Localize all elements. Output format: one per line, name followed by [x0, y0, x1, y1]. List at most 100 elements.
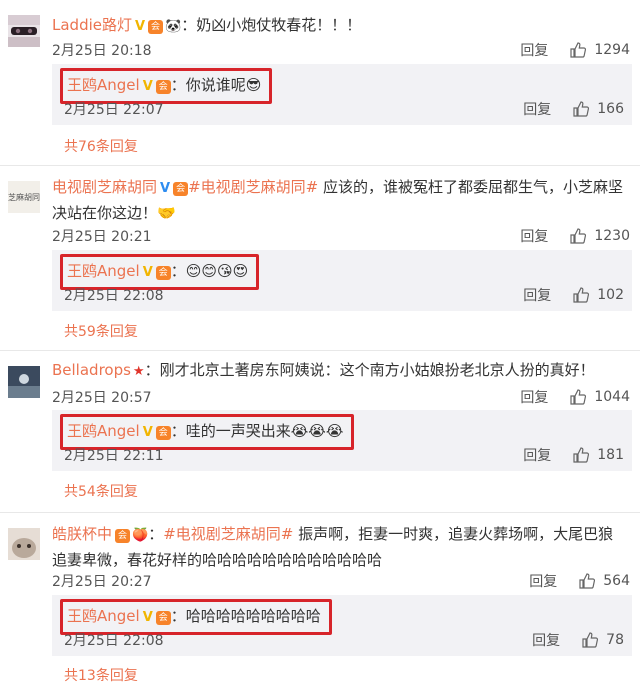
more-replies-link[interactable]: 共13条回复 — [64, 665, 138, 685]
vip-badge-icon: 会 — [115, 529, 131, 543]
avatar[interactable] — [8, 528, 40, 560]
emoji-icon: 😎 — [245, 76, 262, 94]
comment-time: 2月25日 20:27 — [52, 574, 152, 590]
reply-actions: 回复 102 — [523, 285, 624, 305]
like-icon[interactable] — [573, 101, 590, 117]
reply-button[interactable]: 回复 — [523, 445, 551, 465]
comment-actions: 回复 1044 — [520, 387, 630, 407]
verified-icon: V — [142, 265, 153, 280]
vip-badge-icon: 会 — [155, 80, 171, 94]
comment-item: 皓朕杯中会 🍑：#电视剧芝麻胡同# 振声啊，拒妻一时爽，追妻火葬场啊，大尾巴狼追妻… — [0, 513, 640, 685]
hashtag-link[interactable]: #电视剧芝麻胡同# — [188, 178, 318, 196]
comment-actions: 回复 564 — [529, 571, 630, 591]
reply-actions: 回复 78 — [532, 630, 624, 650]
comment-actions: 回复 1294 — [520, 40, 630, 60]
avatar[interactable]: 芝麻胡同 — [8, 181, 40, 213]
reply-username[interactable]: 王鸥Angel — [67, 607, 140, 625]
verified-icon: V — [160, 181, 171, 196]
like-count: 1044 — [594, 389, 630, 405]
comment-text: 皓朕杯中会 🍑：#电视剧芝麻胡同# 振声啊，拒妻一时爽，追妻火葬场啊，大尾巴狼追妻… — [52, 522, 626, 573]
like-count: 1294 — [594, 42, 630, 58]
comment-username[interactable]: Belladrops — [52, 361, 131, 379]
emoji-icon: 😊😊😘😍 — [185, 262, 249, 280]
reply-button[interactable]: 回复 — [523, 285, 551, 305]
like-icon[interactable] — [579, 573, 596, 589]
comment-text: Belladrops ★：刚才北京土著房东阿姨说：这个南方小姑娘扮老北京人扮的真好… — [52, 358, 626, 384]
reply-box: 王鸥Angel V 会：😊😊😘😍 2月25日 22:08 回复 102 — [52, 250, 632, 311]
comment-text: Laddie路灯 V 会 🐼：奶凶小炮仗牧春花！！！ — [52, 13, 626, 39]
like-count: 102 — [597, 287, 624, 303]
comment-time: 2月25日 20:57 — [52, 390, 152, 406]
reply-time: 2月25日 22:07 — [64, 102, 164, 118]
avatar-image — [8, 528, 40, 560]
avatar-image — [8, 15, 40, 47]
reply-body: ：哈哈哈哈哈哈哈哈哈 — [170, 607, 321, 625]
avatar-image: 芝麻胡同 — [8, 181, 40, 213]
reply-button[interactable]: 回复 — [532, 630, 560, 650]
reply-username[interactable]: 王鸥Angel — [67, 262, 140, 280]
reply-box: 王鸥Angel V 会：哈哈哈哈哈哈哈哈哈 2月25日 22:08 回复 78 — [52, 595, 632, 656]
star-icon: ★ — [132, 364, 145, 379]
comment-item: Laddie路灯 V 会 🐼：奶凶小炮仗牧春花！！！ 2月25日 20:18 回复 1… — [0, 0, 640, 164]
like-count: 78 — [606, 632, 624, 648]
like-count: 564 — [603, 573, 630, 589]
comment-username[interactable]: 皓朕杯中 — [52, 525, 112, 543]
like-icon[interactable] — [570, 389, 587, 405]
like-icon[interactable] — [573, 447, 590, 463]
verified-icon: V — [142, 610, 153, 625]
comment-actions: 回复 1230 — [520, 226, 630, 246]
reply-box: 王鸥Angel V 会：你说谁呢😎 2月25日 22:07 回复 166 — [52, 64, 632, 125]
more-replies-link[interactable]: 共76条回复 — [64, 136, 138, 156]
vip-badge-icon: 会 — [148, 20, 164, 34]
svg-text:芝麻胡同: 芝麻胡同 — [8, 192, 40, 202]
comment-body: ：刚才北京土著房东阿姨说：这个南方小姑娘扮老北京人扮的真好！ — [144, 361, 595, 379]
like-icon[interactable] — [582, 632, 599, 648]
comment-username[interactable]: Laddie路灯 — [52, 16, 132, 34]
more-replies-link[interactable]: 共54条回复 — [64, 481, 138, 501]
comment-time: 2月25日 20:21 — [52, 229, 152, 245]
reply-box: 王鸥Angel V 会：哇的一声哭出来😭😭😭 2月25日 22:11 回复 181 — [52, 410, 632, 471]
reply-body: ：哇的一声哭出来 — [170, 422, 291, 440]
reply-button[interactable]: 回复 — [529, 571, 557, 591]
reply-button[interactable]: 回复 — [520, 387, 548, 407]
reply-actions: 回复 181 — [523, 445, 624, 465]
like-count: 1230 — [594, 228, 630, 244]
reply-time: 2月25日 22:11 — [64, 448, 164, 464]
reply-username[interactable]: 王鸥Angel — [67, 422, 140, 440]
verified-icon: V — [142, 79, 153, 94]
panda-icon: 🐼 — [165, 19, 182, 34]
avatar-image — [8, 366, 40, 398]
comment-time: 2月25日 20:18 — [52, 43, 152, 59]
like-count: 166 — [597, 101, 624, 117]
reply-actions: 回复 166 — [523, 99, 624, 119]
like-icon[interactable] — [570, 42, 587, 58]
reply-button[interactable]: 回复 — [523, 99, 551, 119]
like-count: 181 — [597, 447, 624, 463]
avatar[interactable] — [8, 366, 40, 398]
vip-badge-icon: 会 — [155, 266, 171, 280]
emoji-icon: 😭😭😭 — [290, 422, 344, 440]
reply-button[interactable]: 回复 — [520, 226, 548, 246]
reply-time: 2月25日 22:08 — [64, 633, 164, 649]
reply-body: ： — [170, 262, 186, 280]
comment-item: Belladrops ★：刚才北京土著房东阿姨说：这个南方小姑娘扮老北京人扮的真好… — [0, 351, 640, 511]
hashtag-link[interactable]: #电视剧芝麻胡同# — [163, 525, 293, 543]
like-icon[interactable] — [570, 228, 587, 244]
vip-badge-icon: 会 — [155, 611, 171, 625]
more-replies-link[interactable]: 共59条回复 — [64, 321, 138, 341]
reply-time: 2月25日 22:08 — [64, 288, 164, 304]
peach-icon: 🍑 — [132, 528, 149, 543]
reply-username[interactable]: 王鸥Angel — [67, 76, 140, 94]
like-icon[interactable] — [573, 287, 590, 303]
vip-badge-icon: 会 — [173, 182, 189, 196]
handshake-icon: 🤝 — [157, 204, 176, 222]
reply-body: ：你说谁呢 — [170, 76, 246, 94]
comment-username[interactable]: 电视剧芝麻胡同 — [52, 178, 157, 196]
reply-button[interactable]: 回复 — [520, 40, 548, 60]
vip-badge-icon: 会 — [155, 426, 171, 440]
verified-icon: V — [135, 19, 146, 34]
comment-body: ：奶凶小炮仗牧春花！！！ — [181, 16, 362, 34]
comment-item: 芝麻胡同 电视剧芝麻胡同 V 会 #电视剧芝麻胡同# 应该的，谁被冤枉了都委屈都生气，… — [0, 166, 640, 350]
separator: ： — [148, 525, 164, 543]
avatar[interactable] — [8, 15, 40, 47]
